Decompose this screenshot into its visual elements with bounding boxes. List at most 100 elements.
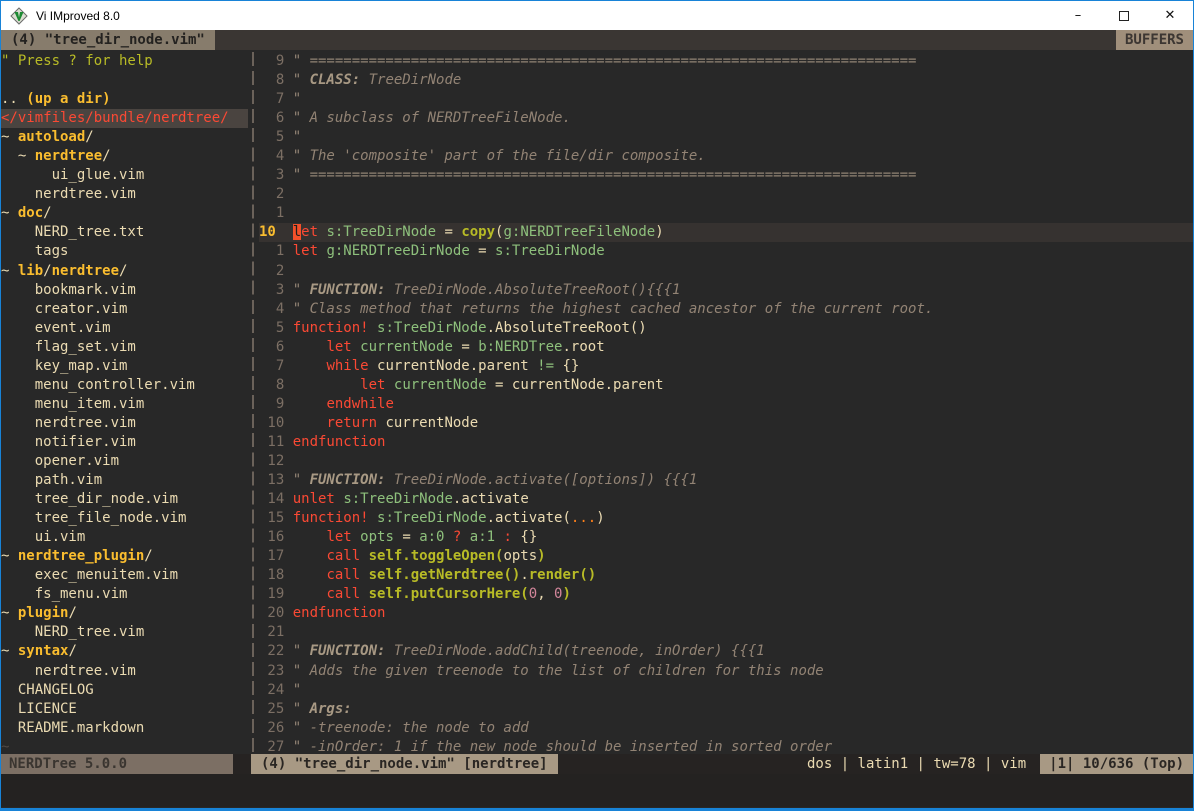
line-number: 18 xyxy=(259,567,293,583)
tree-item[interactable]: creator.vim xyxy=(1,300,248,319)
code-line[interactable]: 7 while currentNode.parent != {} xyxy=(259,357,1193,376)
line-number: 16 xyxy=(259,529,293,545)
tree-item[interactable]: tree_dir_node.vim xyxy=(1,490,248,509)
code-line[interactable]: 13 " FUNCTION: TreeDirNode.activate([opt… xyxy=(259,471,1193,490)
tree-item[interactable]: menu_controller.vim xyxy=(1,376,248,395)
code-line[interactable]: 15 function! s:TreeDirNode.activate(...) xyxy=(259,509,1193,528)
tree-item[interactable]: NERD_tree.vim xyxy=(1,623,248,642)
code-line[interactable]: 24 " xyxy=(259,681,1193,700)
syntax-token: s:TreeDirNode xyxy=(377,510,487,526)
code-line[interactable]: 17 call self.toggleOpen(opts) xyxy=(259,547,1193,566)
tree-item[interactable]: ~ plugin/ xyxy=(1,604,248,623)
syntax-token: endfunction xyxy=(293,605,386,621)
tab-buffers[interactable]: BUFFERS xyxy=(1116,30,1193,50)
tree-item[interactable]: bookmark.vim xyxy=(1,281,248,300)
tree-item[interactable]: ~ doc/ xyxy=(1,204,248,223)
nerdtree-status: NERDTree 5.0.0 xyxy=(1,754,233,774)
line-number: 9 xyxy=(259,53,293,69)
nerdtree-pane[interactable]: " Press ? for help .. (up a dir)</vimfile… xyxy=(1,50,248,754)
tree-item[interactable]: flag_set.vim xyxy=(1,338,248,357)
tree-item[interactable]: ~ syntax/ xyxy=(1,642,248,661)
code-line[interactable]: 18 call self.getNerdtree().render() xyxy=(259,566,1193,585)
code-line[interactable]: 8 let currentNode = currentNode.parent xyxy=(259,376,1193,395)
tree-item[interactable]: NERD_tree.txt xyxy=(1,223,248,242)
code-line[interactable]: 4 " Class method that returns the highes… xyxy=(259,300,1193,319)
code-line[interactable]: 27 " -inOrder: 1 if the new node should … xyxy=(259,738,1193,754)
tree-item[interactable]: exec_menuitem.vim xyxy=(1,566,248,585)
code-line[interactable]: 2 xyxy=(259,262,1193,281)
code-line[interactable]: 3 " FUNCTION: TreeDirNode.AbsoluteTreeRo… xyxy=(259,281,1193,300)
line-number: 4 xyxy=(259,301,293,317)
tree-item[interactable]: tags xyxy=(1,242,248,261)
tree-item[interactable]: tree_file_node.vim xyxy=(1,509,248,528)
code-line[interactable]: 8 " CLASS: TreeDirNode xyxy=(259,71,1193,90)
close-button[interactable]: ✕ xyxy=(1147,1,1193,30)
code-line[interactable]: 14 unlet s:TreeDirNode.activate xyxy=(259,490,1193,509)
tree-item[interactable]: nerdtree.vim xyxy=(1,185,248,204)
code-line[interactable]: 1 let g:NERDTreeDirNode = s:TreeDirNode xyxy=(259,242,1193,261)
vertical-split-handle[interactable] xyxy=(248,50,259,754)
syntax-token: 0 xyxy=(529,586,537,602)
code-line[interactable]: 6 " A subclass of NERDTreeFileNode. xyxy=(259,109,1193,128)
command-line[interactable] xyxy=(1,774,1193,807)
tree-item[interactable]: key_map.vim xyxy=(1,357,248,376)
tree-item[interactable]: </vimfiles/bundle/nerdtree/ xyxy=(1,109,248,128)
minimize-button[interactable]: – xyxy=(1055,1,1101,30)
code-line[interactable]: 23 " Adds the given treenode to the list… xyxy=(259,662,1193,681)
tree-item[interactable]: path.vim xyxy=(1,471,248,490)
syntax-token: event.vim xyxy=(1,320,111,336)
syntax-token: / xyxy=(68,643,76,659)
tree-item[interactable]: CHANGELOG xyxy=(1,681,248,700)
tree-item[interactable]: fs_menu.vim xyxy=(1,585,248,604)
syntax-token xyxy=(352,339,360,355)
code-line[interactable]: 9 " ====================================… xyxy=(259,52,1193,71)
tree-item[interactable]: menu_item.vim xyxy=(1,395,248,414)
syntax-token: ui_glue.vim xyxy=(1,167,144,183)
tree-item[interactable]: ~ nerdtree_plugin/ xyxy=(1,547,248,566)
tab-active-file[interactable]: (4) "tree_dir_node.vim" xyxy=(1,30,215,50)
code-line[interactable]: 4 " The 'composite' part of the file/dir… xyxy=(259,147,1193,166)
tree-item[interactable]: LICENCE xyxy=(1,700,248,719)
tree-item[interactable]: opener.vim xyxy=(1,452,248,471)
code-line[interactable]: 5 " xyxy=(259,128,1193,147)
syntax-token: " -treenode: the node to add xyxy=(293,720,529,736)
code-line[interactable]: 6 let currentNode = b:NERDTree.root xyxy=(259,338,1193,357)
tree-item[interactable]: ~ autoload/ xyxy=(1,128,248,147)
syntax-token: let xyxy=(326,529,351,545)
tree-item[interactable]: notifier.vim xyxy=(1,433,248,452)
tree-item[interactable]: ~ lib/nerdtree/ xyxy=(1,262,248,281)
syntax-token: " Press ? for help xyxy=(1,53,153,69)
tree-item[interactable]: ui.vim xyxy=(1,528,248,547)
syntax-token: TreeDirNode.addChild(treenode, inOrder) … xyxy=(385,643,764,659)
syntax-token: " xyxy=(293,472,310,488)
editor-pane[interactable]: 9 " ====================================… xyxy=(259,50,1193,754)
tree-item[interactable]: nerdtree.vim xyxy=(1,414,248,433)
tree-item[interactable]: ~ nerdtree/ xyxy=(1,147,248,166)
maximize-button[interactable] xyxy=(1101,1,1147,30)
code-line[interactable]: 20 endfunction xyxy=(259,604,1193,623)
code-line[interactable]: 3 " ====================================… xyxy=(259,166,1193,185)
tree-item[interactable] xyxy=(1,71,248,90)
code-line[interactable]: 2 xyxy=(259,185,1193,204)
tree-item[interactable]: ~ xyxy=(1,738,248,754)
code-line[interactable]: 10 let s:TreeDirNode = copy(g:NERDTreeFi… xyxy=(259,223,1193,242)
code-line[interactable]: 16 let opts = a:0 ? a:1 : {} xyxy=(259,528,1193,547)
code-line[interactable]: 12 xyxy=(259,452,1193,471)
code-line[interactable]: 9 endwhile xyxy=(259,395,1193,414)
code-line[interactable]: 10 return currentNode xyxy=(259,414,1193,433)
code-line[interactable]: 19 call self.putCursorHere(0, 0) xyxy=(259,585,1193,604)
code-line[interactable]: 5 function! s:TreeDirNode.AbsoluteTreeRo… xyxy=(259,319,1193,338)
code-line[interactable]: 25 " Args: xyxy=(259,700,1193,719)
tree-item[interactable]: nerdtree.vim xyxy=(1,662,248,681)
tree-item[interactable]: .. (up a dir) xyxy=(1,90,248,109)
code-line[interactable]: 26 " -treenode: the node to add xyxy=(259,719,1193,738)
code-line[interactable]: 7 " xyxy=(259,90,1193,109)
tree-item[interactable]: ui_glue.vim xyxy=(1,166,248,185)
code-line[interactable]: 22 " FUNCTION: TreeDirNode.addChild(tree… xyxy=(259,642,1193,661)
tree-item[interactable]: README.markdown xyxy=(1,719,248,738)
code-line[interactable]: 21 xyxy=(259,623,1193,642)
code-line[interactable]: 11 endfunction xyxy=(259,433,1193,452)
tree-item[interactable]: event.vim xyxy=(1,319,248,338)
tree-item[interactable]: " Press ? for help xyxy=(1,52,248,71)
code-line[interactable]: 1 xyxy=(259,204,1193,223)
